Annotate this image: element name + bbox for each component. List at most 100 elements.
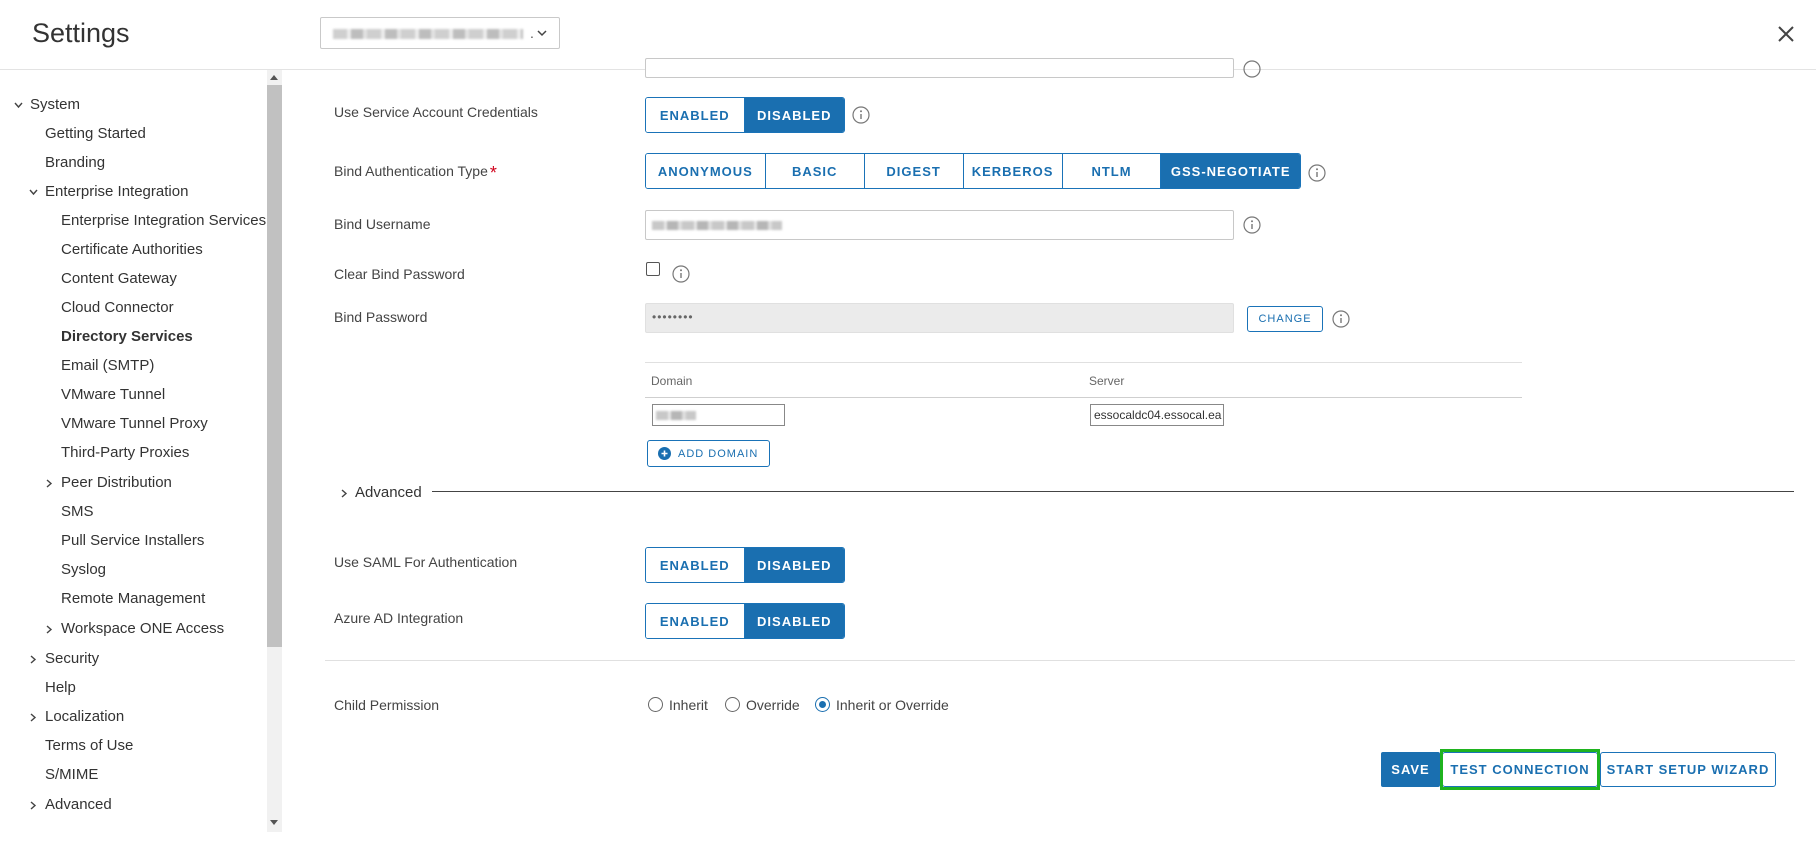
azure-ad-enabled-button[interactable]: ENABLED bbox=[646, 604, 745, 638]
sidebar-item-remote-management[interactable]: Remote Management bbox=[61, 590, 205, 607]
bind-auth-digest-button[interactable]: DIGEST bbox=[864, 154, 964, 188]
sidebar-item-peer-distribution[interactable]: Peer Distribution bbox=[61, 474, 172, 491]
sidebar-item-ei-services[interactable]: Enterprise Integration Services bbox=[61, 212, 266, 229]
sidebar-item-getting-started[interactable]: Getting Started bbox=[45, 125, 146, 142]
sidebar-item-security[interactable]: Security bbox=[45, 650, 99, 667]
domain-column-header: Domain bbox=[651, 374, 693, 388]
azure-ad-disabled-button[interactable]: DISABLED bbox=[744, 604, 844, 638]
use-service-account-toggle: ENABLED DISABLED bbox=[645, 97, 845, 133]
directory-services-form: Use Service Account Credentials ENABLED … bbox=[284, 58, 1816, 864]
sidebar-item-content-gateway[interactable]: Content Gateway bbox=[61, 270, 177, 287]
child-permission-inherit-or-override-radio[interactable] bbox=[815, 697, 830, 712]
azure-ad-label: Azure AD Integration bbox=[334, 610, 464, 626]
bind-auth-type-selector: ANONYMOUS BASIC DIGEST KERBEROS NTLM GSS… bbox=[645, 153, 1301, 189]
sidebar-item-pull-service-installers[interactable]: Pull Service Installers bbox=[61, 532, 204, 549]
highlight-box bbox=[1440, 749, 1600, 790]
child-permission-override-radio[interactable] bbox=[725, 697, 740, 712]
info-icon[interactable] bbox=[852, 106, 870, 124]
chevron-right-icon[interactable] bbox=[29, 801, 38, 810]
bind-auth-gss-negotiate-button[interactable]: GSS-NEGOTIATE bbox=[1161, 154, 1300, 188]
clear-bind-password-checkbox[interactable] bbox=[646, 262, 660, 276]
child-permission-inherit-or-override-label: Inherit or Override bbox=[836, 697, 949, 713]
sidebar-item-workspace-one-access[interactable]: Workspace ONE Access bbox=[61, 620, 224, 637]
organization-group-suffix: . bbox=[530, 25, 534, 41]
child-permission-inherit-radio[interactable] bbox=[648, 697, 663, 712]
bind-password-label: Bind Password bbox=[334, 309, 428, 325]
sidebar-item-advanced[interactable]: Advanced bbox=[45, 796, 112, 813]
sidebar-item-branding[interactable]: Branding bbox=[45, 154, 105, 171]
close-icon[interactable] bbox=[1776, 24, 1796, 44]
chevron-right-icon[interactable] bbox=[45, 625, 54, 634]
azure-ad-toggle: ENABLED DISABLED bbox=[645, 603, 845, 639]
domain-value-redacted bbox=[656, 411, 696, 420]
sidebar-item-help[interactable]: Help bbox=[45, 679, 76, 696]
use-saml-label: Use SAML For Authentication bbox=[334, 554, 518, 570]
info-icon[interactable] bbox=[672, 265, 690, 283]
sidebar-item-vmware-tunnel[interactable]: VMware Tunnel bbox=[61, 386, 165, 403]
organization-group-select[interactable]: . bbox=[320, 17, 560, 49]
use-service-account-disabled-button[interactable]: DISABLED bbox=[744, 98, 844, 132]
sidebar-scrollbar[interactable] bbox=[267, 70, 282, 832]
bind-password-value: •••••••• bbox=[652, 310, 694, 324]
bind-auth-type-text: Bind Authentication Type bbox=[334, 163, 488, 179]
child-permission-label: Child Permission bbox=[334, 697, 440, 713]
info-icon[interactable] bbox=[1332, 310, 1350, 328]
server-column-header: Server bbox=[1089, 374, 1125, 388]
bind-auth-kerberos-button[interactable]: KERBEROS bbox=[963, 154, 1063, 188]
change-password-button[interactable]: CHANGE bbox=[1247, 306, 1323, 332]
use-service-account-enabled-button[interactable]: ENABLED bbox=[646, 98, 745, 132]
sidebar-item-sms[interactable]: SMS bbox=[61, 503, 94, 520]
chevron-right-icon[interactable] bbox=[45, 479, 54, 488]
sidebar-item-directory-services[interactable]: Directory Services bbox=[61, 328, 193, 345]
text-field-partial[interactable] bbox=[645, 58, 1234, 78]
sidebar-item-email-smtp[interactable]: Email (SMTP) bbox=[61, 357, 154, 374]
info-icon[interactable] bbox=[1308, 164, 1326, 182]
start-setup-wizard-button[interactable]: START SETUP WIZARD bbox=[1600, 752, 1776, 787]
bind-auth-basic-button[interactable]: BASIC bbox=[765, 154, 865, 188]
sidebar-item-terms-of-use[interactable]: Terms of Use bbox=[45, 737, 133, 754]
use-saml-toggle: ENABLED DISABLED bbox=[645, 547, 845, 583]
table-top-border bbox=[645, 362, 1522, 363]
add-domain-button[interactable]: ADD DOMAIN bbox=[647, 440, 770, 467]
domain-input[interactable] bbox=[652, 404, 785, 426]
sidebar-item-third-party-proxies[interactable]: Third-Party Proxies bbox=[61, 444, 189, 461]
table-header-border bbox=[645, 397, 1522, 398]
plus-circle-icon bbox=[658, 447, 671, 460]
page-title: Settings bbox=[32, 18, 130, 48]
sidebar-item-smime[interactable]: S/MIME bbox=[45, 766, 98, 783]
scroll-up-arrow-icon[interactable] bbox=[270, 75, 278, 80]
scrollbar-thumb[interactable] bbox=[267, 85, 282, 647]
bind-username-input[interactable] bbox=[645, 210, 1234, 240]
use-saml-enabled-button[interactable]: ENABLED bbox=[646, 548, 745, 582]
server-input[interactable]: essocaldc04.essocal.ea bbox=[1090, 404, 1224, 426]
organization-group-name-redacted bbox=[333, 29, 523, 39]
sidebar-item-system[interactable]: System bbox=[30, 96, 80, 113]
chevron-down-icon[interactable] bbox=[14, 101, 23, 110]
chevron-down-icon[interactable] bbox=[29, 188, 38, 197]
bind-auth-anonymous-button[interactable]: ANONYMOUS bbox=[646, 154, 766, 188]
bind-username-redacted bbox=[652, 221, 782, 230]
required-asterisk: * bbox=[489, 163, 497, 183]
add-domain-label: ADD DOMAIN bbox=[678, 447, 759, 460]
chevron-right-icon[interactable] bbox=[340, 489, 349, 498]
use-service-account-label: Use Service Account Credentials bbox=[334, 104, 538, 120]
section-divider bbox=[325, 660, 1795, 661]
sidebar-nav: System Getting Started Branding Enterpri… bbox=[0, 70, 283, 832]
bind-password-input: •••••••• bbox=[645, 303, 1234, 333]
info-icon[interactable] bbox=[1243, 216, 1261, 234]
advanced-section-toggle[interactable]: Advanced bbox=[355, 484, 422, 501]
save-button[interactable]: SAVE bbox=[1381, 752, 1440, 787]
bind-auth-ntlm-button[interactable]: NTLM bbox=[1062, 154, 1162, 188]
sidebar-item-enterprise-integration[interactable]: Enterprise Integration bbox=[45, 183, 188, 200]
sidebar-item-certificate-authorities[interactable]: Certificate Authorities bbox=[61, 241, 203, 258]
sidebar-item-cloud-connector[interactable]: Cloud Connector bbox=[61, 299, 174, 316]
sidebar-item-vmware-tunnel-proxy[interactable]: VMware Tunnel Proxy bbox=[61, 415, 208, 432]
sidebar-item-syslog[interactable]: Syslog bbox=[61, 561, 106, 578]
info-icon[interactable] bbox=[1243, 60, 1261, 78]
chevron-right-icon[interactable] bbox=[29, 655, 38, 664]
use-saml-disabled-button[interactable]: DISABLED bbox=[744, 548, 844, 582]
bind-auth-type-label: Bind Authentication Type * bbox=[334, 160, 497, 183]
chevron-right-icon[interactable] bbox=[29, 713, 38, 722]
scroll-down-arrow-icon[interactable] bbox=[270, 820, 278, 825]
sidebar-item-localization[interactable]: Localization bbox=[45, 708, 124, 725]
